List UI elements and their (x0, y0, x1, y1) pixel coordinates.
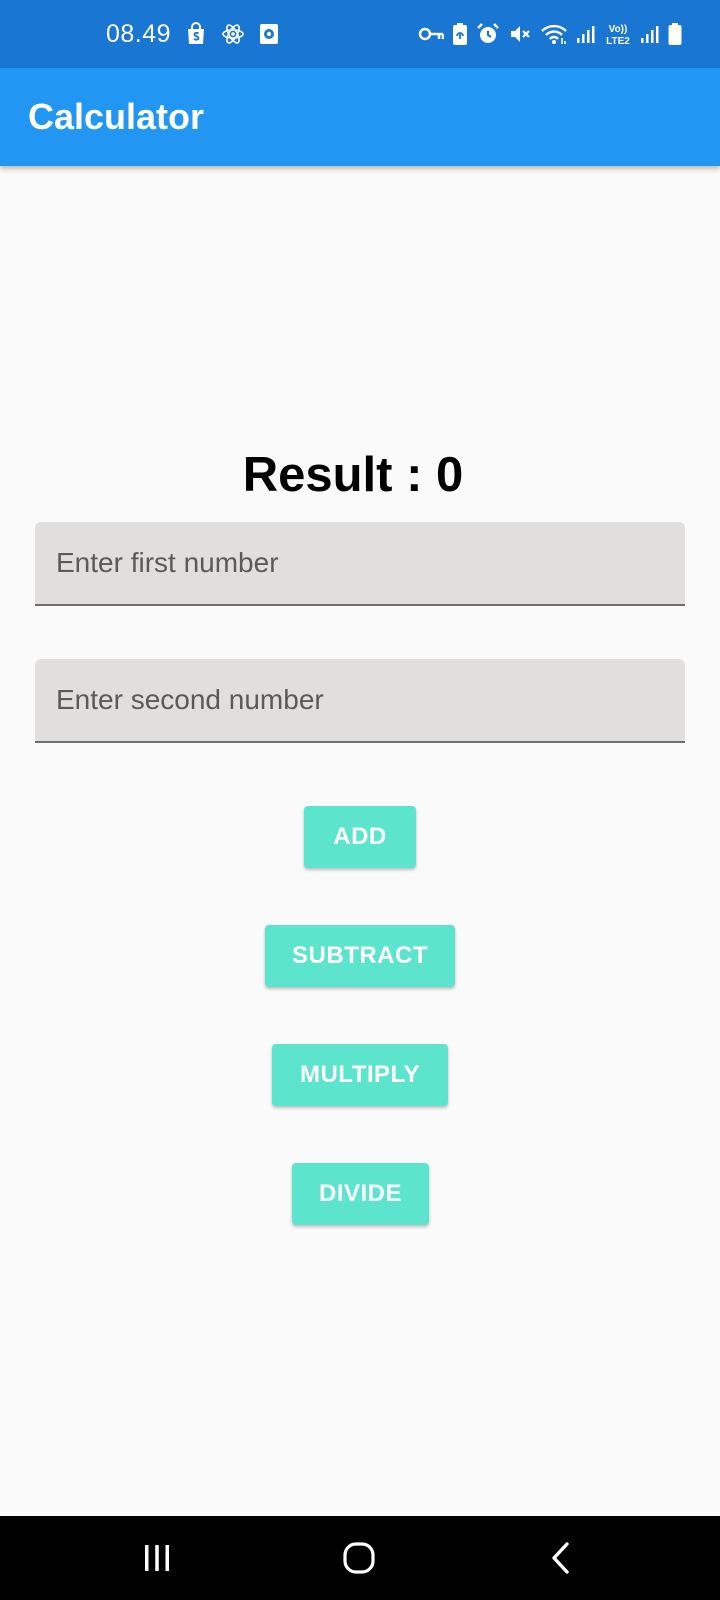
back-icon (549, 1541, 573, 1575)
wifi-icon (540, 22, 568, 46)
status-left: 08.49 (106, 0, 279, 68)
battery-icon (668, 22, 682, 46)
status-time: 08.49 (106, 19, 172, 48)
screen-record-icon (259, 23, 279, 45)
divide-button[interactable]: DIVIDE (292, 1163, 429, 1225)
add-button[interactable]: ADD (304, 806, 416, 868)
second-number-field (35, 659, 685, 743)
back-button[interactable] (516, 1516, 606, 1600)
atom-icon (221, 22, 245, 46)
alarm-icon (476, 22, 500, 46)
volte-lte2-icon: Vo)) LTE2 (604, 22, 632, 46)
multiply-button[interactable]: MULTIPLY (272, 1044, 448, 1106)
first-number-input[interactable] (35, 522, 685, 604)
battery-saver-icon (452, 22, 468, 46)
vpn-key-icon (418, 26, 444, 42)
app-bar: Calculator (0, 68, 720, 166)
status-right: Vo)) LTE2 (418, 0, 682, 68)
app-title: Calculator (28, 96, 205, 137)
subtract-button[interactable]: SUBTRACT (265, 925, 455, 987)
calculator-screen: 08.49 Vo)) LTE2 Calculator Result: 0 En… (0, 0, 720, 1600)
first-number-field (35, 522, 685, 606)
recents-button[interactable] (112, 1516, 202, 1600)
navigation-bar (0, 1516, 720, 1600)
signal-2-icon (640, 24, 660, 44)
mute-icon (508, 22, 532, 46)
home-icon (342, 1541, 376, 1575)
second-number-input[interactable] (35, 659, 685, 741)
home-button[interactable] (314, 1516, 404, 1600)
signal-icon (576, 24, 596, 44)
recents-icon (142, 1543, 172, 1573)
shopping-bag-icon (185, 22, 207, 46)
volte-label: Vo)) (609, 24, 628, 35)
status-bar: 08.49 Vo)) LTE2 (0, 0, 720, 68)
result-text: Result : 0 (242, 448, 464, 502)
lte2-label: LTE2 (606, 36, 630, 46)
